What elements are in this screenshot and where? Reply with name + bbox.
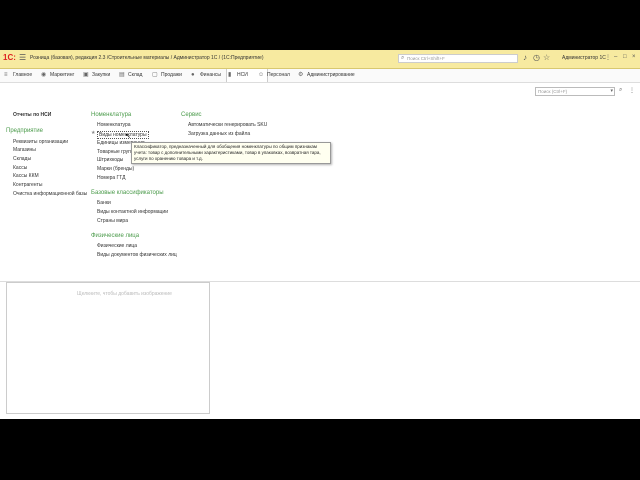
section-label: Склад: [128, 72, 143, 78]
marketing-icon: ◉: [41, 72, 47, 78]
app-window: 1C: ☰ Розница (базовая), редакция 2.3 /С…: [0, 50, 640, 419]
section-personnel[interactable]: ☺ Персонал: [257, 69, 290, 82]
section-label: НСИ: [237, 72, 248, 78]
bell-icon[interactable]: ♪: [523, 53, 527, 62]
more-icon[interactable]: ⋮: [629, 87, 635, 94]
tooltip: Классификатор, предназначенный для обобщ…: [131, 142, 331, 164]
link-auto-sku[interactable]: Автоматически генерировать SKU: [188, 122, 267, 128]
section-sales[interactable]: ▢ Продажи: [151, 69, 182, 82]
star-icon[interactable]: ☆: [543, 53, 550, 62]
link-load-from-file[interactable]: Загрузка данных из файла: [188, 131, 250, 137]
group-title-persons: Физические лица: [91, 233, 140, 239]
link-org-details[interactable]: Реквизиты организации: [13, 139, 68, 145]
section-label: Главное: [13, 72, 33, 78]
section-marketing[interactable]: ◉ Маркетинг: [40, 69, 74, 82]
current-user[interactable]: Администратор 1С: [562, 55, 606, 61]
chevron-down-icon[interactable]: ▾: [610, 87, 613, 95]
mouse-cursor-icon: ↖: [125, 133, 131, 140]
link-contact-info-types[interactable]: Виды контактной информации: [97, 209, 168, 215]
image-placeholder: Щелкните, чтобы добавить изображение: [77, 291, 172, 297]
sales-icon: ▢: [152, 72, 158, 78]
link-banks[interactable]: Банки: [97, 200, 111, 206]
window-title: Розница (базовая), редакция 2.3 /Строите…: [30, 55, 264, 61]
link-persons[interactable]: Физические лица: [97, 243, 137, 249]
group-title-service: Сервис: [181, 112, 202, 118]
section-label: Маркетинг: [50, 72, 75, 78]
group-title-nomenclature: Номенклатура: [91, 112, 132, 118]
book-icon: ▮: [228, 72, 232, 78]
minimize-icon[interactable]: –: [614, 54, 617, 60]
link-stores[interactable]: Магазины: [13, 147, 36, 153]
link-barcodes[interactable]: Штрихкоды: [97, 157, 123, 163]
menu-icon[interactable]: ☰: [19, 53, 26, 62]
panel-search-input[interactable]: Поиск (Ctrl+F) ▾: [535, 87, 615, 96]
section-finance[interactable]: ● Финансы: [190, 69, 221, 82]
section-purchases[interactable]: ▣ Закупки: [82, 69, 110, 82]
link-countries[interactable]: Страны мира: [97, 218, 128, 224]
section-label: Финансы: [200, 72, 221, 78]
history-icon[interactable]: ◷: [533, 53, 540, 62]
link-clear-database[interactable]: Очистка информационной базы: [13, 191, 87, 197]
section-warehouse[interactable]: ▤ Склад: [118, 69, 142, 82]
close-icon[interactable]: ×: [632, 54, 636, 60]
main-icon: ≡: [4, 72, 8, 78]
finance-icon: ●: [191, 72, 195, 78]
global-search-placeholder: Поиск Ctrl+Shift+F: [407, 56, 445, 61]
cart-icon: ▣: [83, 72, 89, 78]
warehouse-icon: ▤: [119, 72, 125, 78]
title-bar: 1C: ☰ Розница (базовая), редакция 2.3 /С…: [0, 50, 640, 69]
image-panel[interactable]: Щелкните, чтобы добавить изображение: [6, 282, 210, 414]
section-administration[interactable]: ⚙ Администрирование: [297, 69, 355, 82]
link-kkm-cashboxes[interactable]: Кассы ККМ: [13, 173, 39, 179]
link-warehouses[interactable]: Склады: [13, 156, 31, 162]
group-title-enterprise: Предприятие: [6, 128, 43, 134]
reports-link[interactable]: Отчеты по НСИ: [13, 112, 51, 118]
section-label: Администрирование: [307, 72, 355, 78]
link-counterparties[interactable]: Контрагенты: [13, 182, 42, 188]
section-label: Персонал: [267, 72, 290, 78]
section-label: Закупки: [92, 72, 111, 78]
settings-icon[interactable]: ⋮: [605, 54, 611, 61]
link-brands[interactable]: Марки (бренды): [97, 166, 134, 172]
search-icon: ⌕: [401, 55, 405, 61]
panel-search-placeholder: Поиск (Ctrl+F): [538, 89, 568, 94]
gear-icon: ⚙: [298, 72, 304, 78]
link-person-document-types[interactable]: Виды документов физических лиц: [97, 252, 177, 258]
section-panel: ≡ Главное ◉ Маркетинг ▣ Закупки ▤ Склад ▢ Про…: [0, 69, 640, 83]
link-nomenclature[interactable]: Номенклатура: [97, 122, 131, 128]
section-main[interactable]: ≡ Главное: [3, 69, 32, 82]
maximize-icon[interactable]: □: [623, 54, 627, 60]
global-search-input[interactable]: ⌕ Поиск Ctrl+Shift+F: [398, 54, 518, 63]
link-gtd-numbers[interactable]: Номера ГТД: [97, 175, 126, 181]
group-title-basic-classifiers: Базовые классификаторы: [91, 190, 164, 196]
link-nomenclature-types[interactable]: Виды номенклатуры: [97, 131, 149, 139]
link-cashboxes[interactable]: Кассы: [13, 165, 27, 171]
app-logo: 1C:: [3, 53, 16, 62]
section-label: Продажи: [161, 72, 182, 78]
person-icon: ☺: [258, 72, 265, 78]
favorite-star-icon[interactable]: ★: [91, 130, 95, 136]
search-icon[interactable]: ⌕: [619, 87, 622, 94]
